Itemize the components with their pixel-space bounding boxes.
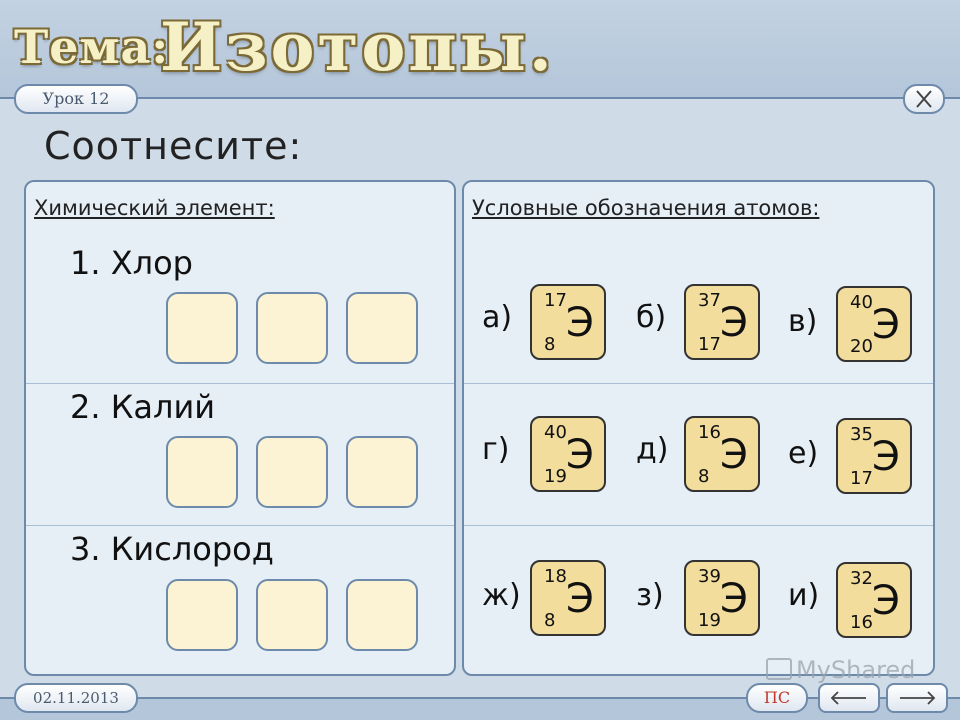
row-divider	[464, 525, 933, 526]
atomic-number: 19	[544, 466, 567, 487]
atomic-number: 19	[698, 610, 721, 631]
option-label-i: и)	[788, 578, 820, 613]
element-symbol: Э	[566, 432, 594, 478]
atom-card-d[interactable]: 16 8 Э	[684, 416, 760, 492]
option-label-zh: ж)	[482, 578, 521, 613]
atomic-number: 8	[544, 334, 556, 355]
watermark: MyShared	[766, 656, 915, 684]
mass-number: 40	[544, 422, 567, 443]
lesson-badge: Урок 12	[14, 84, 138, 114]
presentation-icon	[766, 658, 792, 680]
option-label-z: з)	[636, 578, 664, 613]
element-symbol: Э	[566, 300, 594, 346]
mass-number: 32	[850, 568, 873, 589]
answer-slot[interactable]	[256, 579, 328, 651]
page-heading: Соотнесите:	[44, 124, 303, 168]
option-label-b: б)	[636, 300, 667, 335]
mass-number: 37	[698, 290, 721, 311]
arrow-left-icon	[830, 691, 866, 705]
atomic-number: 16	[850, 612, 873, 633]
atom-card-e[interactable]: 35 17 Э	[836, 418, 912, 494]
arrow-right-icon	[900, 691, 936, 705]
header-divider	[0, 97, 960, 99]
atom-card-z[interactable]: 39 19 Э	[684, 560, 760, 636]
answer-slot[interactable]	[346, 436, 418, 508]
atom-card-g[interactable]: 40 19 Э	[530, 416, 606, 492]
answer-slot[interactable]	[256, 436, 328, 508]
atomic-number: 8	[544, 610, 556, 631]
element-symbol: Э	[720, 432, 748, 478]
atomic-number: 20	[850, 336, 873, 357]
elements-panel-title: Химический элемент:	[34, 196, 275, 220]
watermark-text: MyShared	[796, 656, 916, 684]
atom-card-b[interactable]: 37 17 Э	[684, 284, 760, 360]
answer-slot[interactable]	[346, 292, 418, 364]
close-icon	[916, 90, 932, 108]
option-label-e: е)	[788, 436, 819, 471]
close-button[interactable]	[903, 84, 945, 114]
option-label-g: г)	[482, 432, 510, 467]
ps-button[interactable]: ПС	[746, 683, 808, 713]
element-potassium: 2. Калий	[70, 388, 216, 426]
mass-number: 39	[698, 566, 721, 587]
symbols-panel: Условные обозначения атомов: а) 17 8 Э б…	[462, 180, 935, 676]
atomic-number: 17	[850, 468, 873, 489]
mass-number: 35	[850, 424, 873, 445]
element-symbol: Э	[720, 576, 748, 622]
element-symbol: Э	[720, 300, 748, 346]
atomic-number: 8	[698, 466, 710, 487]
row-divider	[26, 525, 454, 526]
option-label-d: д)	[636, 432, 669, 467]
element-symbol: Э	[872, 434, 900, 480]
atomic-number: 17	[698, 334, 721, 355]
mass-number: 16	[698, 422, 721, 443]
answer-slot[interactable]	[166, 292, 238, 364]
atom-card-zh[interactable]: 18 8 Э	[530, 560, 606, 636]
element-symbol: Э	[872, 578, 900, 624]
row-divider	[26, 383, 454, 384]
elements-panel: Химический элемент: 1. Хлор 2. Калий 3. …	[24, 180, 456, 676]
prev-button[interactable]	[818, 683, 880, 713]
answer-slot[interactable]	[166, 579, 238, 651]
element-symbol: Э	[566, 576, 594, 622]
answer-slot[interactable]	[256, 292, 328, 364]
symbols-panel-title: Условные обозначения атомов:	[472, 196, 820, 220]
element-oxygen: 3. Кислород	[70, 530, 274, 568]
mass-number: 40	[850, 292, 873, 313]
topic-title: Изотопы.	[160, 8, 555, 86]
date-badge: 02.11.2013	[14, 683, 138, 713]
tema-label: Тема:	[14, 20, 170, 74]
atom-card-i[interactable]: 32 16 Э	[836, 562, 912, 638]
atom-card-a[interactable]: 17 8 Э	[530, 284, 606, 360]
mass-number: 18	[544, 566, 567, 587]
atom-card-v[interactable]: 40 20 Э	[836, 286, 912, 362]
next-button[interactable]	[886, 683, 948, 713]
option-label-a: а)	[482, 300, 513, 335]
footer-bar	[0, 699, 960, 720]
element-chlorine: 1. Хлор	[70, 244, 193, 282]
answer-slot[interactable]	[346, 579, 418, 651]
option-label-v: в)	[788, 304, 818, 339]
mass-number: 17	[544, 290, 567, 311]
element-symbol: Э	[872, 302, 900, 348]
row-divider	[464, 383, 933, 384]
answer-slot[interactable]	[166, 436, 238, 508]
